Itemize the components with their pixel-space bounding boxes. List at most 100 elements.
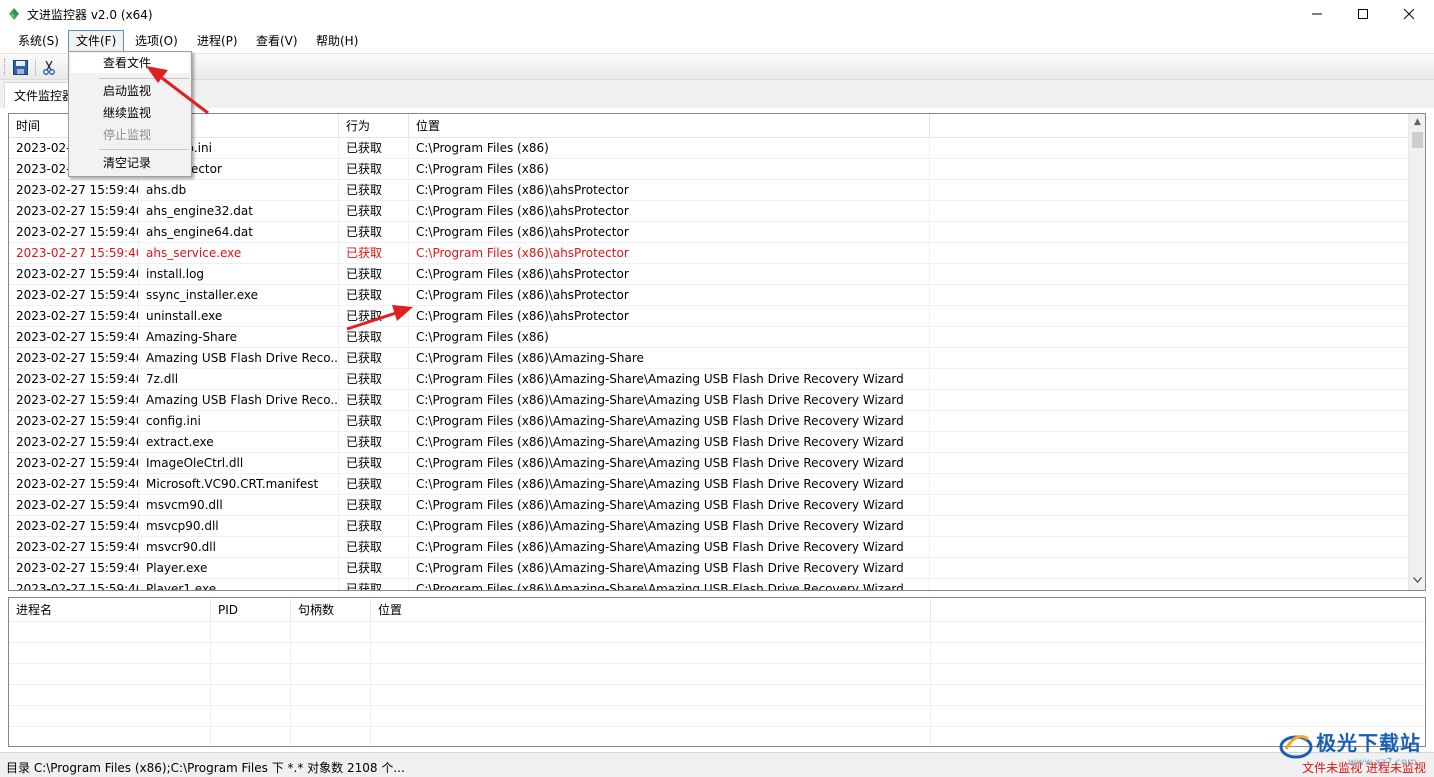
table-row[interactable]: 2023-02-27 15:59:40 ssync_installer.exe 已获… bbox=[9, 285, 1409, 306]
empty-cell bbox=[211, 706, 291, 727]
vertical-scrollbar[interactable]: ▲ bbox=[1408, 114, 1425, 590]
table-row[interactable]: 2023-02-27 15:59:40 ahs.db 已获取 C:\Program F… bbox=[9, 180, 1409, 201]
scroll-thumb[interactable] bbox=[1412, 132, 1423, 148]
table-row[interactable]: 2023-02-27 15:59:40 extract.exe 已获取 C:\Prog… bbox=[9, 432, 1409, 453]
menu-help[interactable]: 帮助(H) bbox=[308, 30, 366, 52]
cell-time: 2023-02-27 15:59:40 bbox=[9, 285, 139, 306]
watermark-url: www.xz7.com bbox=[1348, 757, 1417, 768]
watermark: 极光下载站 www.xz7.com bbox=[1278, 721, 1428, 773]
table-row[interactable]: 2023-02-27 15:59:40 ImageOleCtrl.dll 已获取 C:… bbox=[9, 453, 1409, 474]
cell-action: 已获取 bbox=[339, 264, 409, 285]
cell-location: C:\Program Files (x86)\Amazing-Share\Ama… bbox=[409, 495, 930, 516]
minimize-icon bbox=[1312, 13, 1322, 15]
cell-location: C:\Program Files (x86)\Amazing-Share\Ama… bbox=[409, 432, 930, 453]
cell-time: 2023-02-27 15:59:40 bbox=[9, 327, 139, 348]
process-table[interactable]: 进程名 PID 句柄数 位置 bbox=[8, 597, 1426, 747]
menu-view[interactable]: 查看(V) bbox=[248, 30, 306, 52]
cell-time: 2023-02-27 15:59:40 bbox=[9, 264, 139, 285]
cell-filename: 7z.dll bbox=[139, 369, 339, 390]
cell-time: 2023-02-27 15:59:40 bbox=[9, 474, 139, 495]
table-row[interactable]: 2023-02-27 15:59:40 ahs_engine32.dat 已获取 C:… bbox=[9, 201, 1409, 222]
cell-location: C:\Program Files (x86)\Amazing-Share\Ama… bbox=[409, 537, 930, 558]
empty-cell bbox=[371, 685, 931, 706]
maximize-button[interactable] bbox=[1340, 0, 1386, 28]
column-header-process-name[interactable]: 进程名 bbox=[9, 598, 211, 622]
menu-item-resume-monitor[interactable]: 继续监视 bbox=[71, 103, 189, 123]
status-directory: 目录 C:\Program Files (x86);C:\Program Fil… bbox=[6, 761, 405, 775]
cell-filename: Player1.exe bbox=[139, 579, 339, 590]
empty-cell bbox=[9, 685, 211, 706]
cell-filename: Amazing USB Flash Drive Reco... bbox=[139, 390, 339, 411]
scroll-up-icon[interactable]: ▲ bbox=[1409, 114, 1425, 131]
table-row[interactable]: 2023-02-27 15:59:40 Player.exe 已获取 C:\Progr… bbox=[9, 558, 1409, 579]
menu-item-clear-log[interactable]: 清空记录 bbox=[71, 153, 189, 173]
table-row[interactable]: 2023-02-27 15:59:40 ahs_service.exe 已获取 C:\… bbox=[9, 243, 1409, 264]
cell-location: C:\Program Files (x86) bbox=[409, 159, 930, 180]
empty-cell bbox=[9, 643, 211, 664]
table-row[interactable]: 2023-02-27 15:59:40 ahs_engine64.dat 已获取 C:… bbox=[9, 222, 1409, 243]
cell-time: 2023-02-27 15:59:40 bbox=[9, 537, 139, 558]
table-row[interactable]: 2023-02-27 15:59:40 Microsoft.VC90.CRT.ma… bbox=[9, 474, 1409, 495]
file-events-table[interactable]: 时间 文件名 行为 位置 2023-02-27 15:59:40desktop.… bbox=[8, 113, 1426, 591]
column-header-process-location[interactable]: 位置 bbox=[371, 598, 931, 622]
empty-cell bbox=[371, 622, 931, 643]
table-row[interactable]: 2023-02-27 15:59:40 Amazing USB Flash Dri… bbox=[9, 390, 1409, 411]
menu-system[interactable]: 系统(S) bbox=[10, 30, 67, 52]
watermark-logo-icon bbox=[1279, 735, 1313, 759]
cell-location: C:\Program Files (x86)\ahsProtector bbox=[409, 180, 930, 201]
scroll-down-icon[interactable] bbox=[1409, 573, 1425, 590]
cell-filename: ImageOleCtrl.dll bbox=[139, 453, 339, 474]
save-icon[interactable] bbox=[13, 60, 28, 75]
empty-cell bbox=[291, 685, 371, 706]
table-row[interactable]: 2023-02-27 15:59:40 msvcp90.dll 已获取 C:\Prog… bbox=[9, 516, 1409, 537]
cell-time: 2023-02-27 15:59:40 bbox=[9, 369, 139, 390]
cell-action: 已获取 bbox=[339, 453, 409, 474]
cell-time: 2023-02-27 15:59:40 bbox=[9, 390, 139, 411]
menu-process[interactable]: 进程(P) bbox=[189, 30, 246, 52]
cell-action: 已获取 bbox=[339, 180, 409, 201]
cell-action: 已获取 bbox=[339, 390, 409, 411]
cell-action: 已获取 bbox=[339, 495, 409, 516]
cell-time: 2023-02-27 15:59:40 bbox=[9, 432, 139, 453]
cell-location: C:\Program Files (x86)\Amazing-Share\Ama… bbox=[409, 411, 930, 432]
cell-filename: msvcp90.dll bbox=[139, 516, 339, 537]
table-row[interactable]: 2023-02-27 15:59:40 Amazing USB Flash Dri… bbox=[9, 348, 1409, 369]
table-row[interactable]: 2023-02-27 15:59:40 7z.dll 已获取 C:\Program F… bbox=[9, 369, 1409, 390]
empty-cell bbox=[211, 685, 291, 706]
cell-filename: msvcr90.dll bbox=[139, 537, 339, 558]
table-row[interactable]: 2023-02-27 15:59:40 uninstall.exe 已获取 C:\Pr… bbox=[9, 306, 1409, 327]
table-row[interactable]: 2023-02-27 15:59:40 Player1.exe 已获取 C:\Prog… bbox=[9, 579, 1409, 590]
empty-cell bbox=[291, 622, 371, 643]
empty-cell bbox=[211, 664, 291, 685]
column-header-location[interactable]: 位置 bbox=[409, 114, 930, 138]
cell-action: 已获取 bbox=[339, 369, 409, 390]
table-row[interactable]: 2023-02-27 15:59:40desktop.ini已获取C:\Prog… bbox=[9, 138, 1409, 159]
table-row[interactable]: 2023-02-27 15:59:40 msvcm90.dll 已获取 C:\Prog… bbox=[9, 495, 1409, 516]
column-header-handles[interactable]: 句柄数 bbox=[291, 598, 371, 622]
menu-options[interactable]: 选项(O) bbox=[127, 30, 186, 52]
cell-location: C:\Program Files (x86)\Amazing-Share\Ama… bbox=[409, 516, 930, 537]
menu-item-view-file[interactable]: 查看文件 bbox=[71, 53, 189, 73]
column-header-pid[interactable]: PID bbox=[211, 598, 291, 622]
cut-icon[interactable] bbox=[42, 60, 56, 75]
table-row[interactable]: 2023-02-27 15:59:40 install.log 已获取 C:\Prog… bbox=[9, 264, 1409, 285]
cell-location: C:\Program Files (x86)\ahsProtector bbox=[409, 222, 930, 243]
menu-item-start-monitor[interactable]: 启动监视 bbox=[71, 81, 189, 101]
table-row[interactable]: 2023-02-27 15:59:40 config.ini 已获取 C:\Progr… bbox=[9, 411, 1409, 432]
table-row[interactable]: 2023-02-27 15:59:40ahsProtector已获取C:\Pro… bbox=[9, 159, 1409, 180]
menu-file[interactable]: 文件(F) bbox=[68, 30, 125, 52]
cell-location: C:\Program Files (x86)\ahsProtector bbox=[409, 243, 930, 264]
maximize-icon bbox=[1358, 9, 1368, 19]
tab-strip: 文件监控器 bbox=[0, 80, 1434, 108]
close-button[interactable] bbox=[1386, 0, 1432, 28]
minimize-button[interactable] bbox=[1294, 0, 1340, 28]
column-header-action[interactable]: 行为 bbox=[339, 114, 409, 138]
cell-action: 已获取 bbox=[339, 348, 409, 369]
empty-cell bbox=[371, 727, 931, 746]
cell-action: 已获取 bbox=[339, 285, 409, 306]
watermark-text: 极光下载站 bbox=[1316, 731, 1421, 755]
table-row[interactable]: 2023-02-27 15:59:40 msvcr90.dll 已获取 C:\Prog… bbox=[9, 537, 1409, 558]
cell-location: C:\Program Files (x86)\ahsProtector bbox=[409, 264, 930, 285]
table-row[interactable]: 2023-02-27 15:59:40 Amazing-Share 已获取 C:\Pr… bbox=[9, 327, 1409, 348]
cell-action: 已获取 bbox=[339, 516, 409, 537]
